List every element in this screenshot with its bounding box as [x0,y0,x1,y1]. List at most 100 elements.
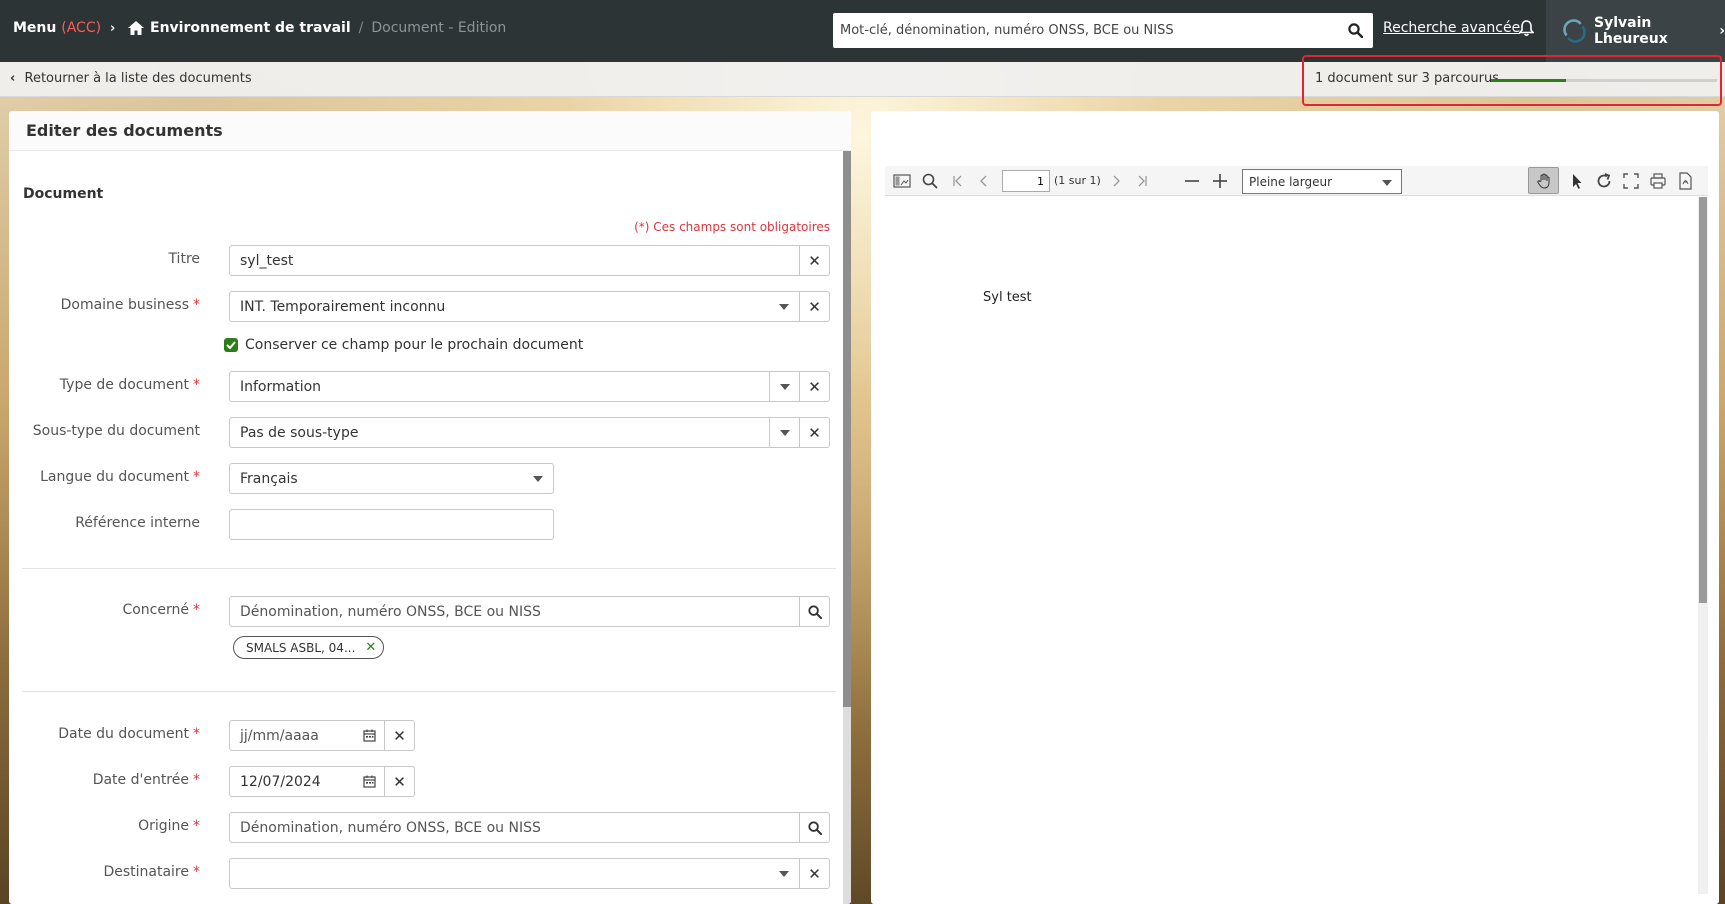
panel-title: Editer des documents [9,111,851,151]
type-clear-button[interactable]: ✕ [799,372,829,401]
date-document-field[interactable]: jj/mm/aaaa ✕ [229,720,415,751]
global-search [833,13,1373,48]
domaine-clear-button[interactable]: ✕ [799,292,829,321]
bell-icon[interactable] [1519,20,1534,37]
last-page-icon[interactable] [1133,172,1151,190]
progress-text: 1 document sur 3 parcourus [1315,71,1499,86]
search-icon[interactable] [921,172,939,190]
concerne-search-button[interactable] [799,597,829,626]
close-icon: ✕ [808,423,821,442]
previous-page-icon[interactable] [975,172,993,190]
domaine-dropdown-button[interactable] [769,292,799,321]
concerne-search-field[interactable]: Dénomination, numéro ONSS, BCE ou NISS [229,596,830,627]
pointer-icon[interactable] [1568,172,1586,190]
print-icon[interactable] [1649,172,1667,190]
origine-search-button[interactable] [799,813,829,842]
required-star: * [193,772,200,788]
first-page-icon[interactable] [949,172,967,190]
date-document-clear-button[interactable]: ✕ [384,721,414,750]
keep-field-checkbox[interactable] [224,338,238,352]
next-page-icon[interactable] [1107,172,1125,190]
type-value: Information [240,378,322,395]
required-star: * [193,864,200,880]
caret-down-icon [779,429,790,436]
origine-label-text: Origine [138,818,189,834]
user-menu[interactable]: Sylvain Lheureux › [1546,0,1725,62]
form-scrollbar[interactable] [843,151,851,904]
calendar-icon [362,775,376,788]
date-entree-clear-button[interactable]: ✕ [384,767,414,796]
menu-label: Menu [13,20,57,36]
check-icon [226,341,236,349]
pdf-page: Syl test [885,197,1708,894]
progress-track [1491,79,1717,82]
remove-tag-icon[interactable]: ✕ [365,640,376,655]
search-icon [807,820,822,835]
langue-select[interactable]: Français [229,463,554,494]
page-number-input[interactable] [1002,170,1050,192]
reference-input[interactable] [229,509,554,540]
breadcrumb-workspace[interactable]: Environnement de travail [150,20,351,36]
date-entree-field[interactable]: 12/07/2024 ✕ [229,766,415,797]
date-document-calendar-button[interactable] [354,721,384,750]
edit-documents-panel: Editer des documents Document (*) Ces ch… [9,111,851,904]
top-bar: Menu (ACC) › Environnement de travail / … [0,0,1725,62]
progress-indicator: 1 document sur 3 parcourus [1302,55,1722,106]
pdf-scrollbar-thumb[interactable] [1699,197,1707,603]
domaine-value: INT. Temporairement inconnu [240,298,446,315]
close-icon: ✕ [808,377,821,396]
back-to-list-link[interactable]: ‹ Retourner à la liste des documents [10,71,252,86]
type-select[interactable]: Information ✕ [229,371,830,402]
chevron-right-icon: › [109,21,116,36]
sous-type-clear-button[interactable]: ✕ [799,418,829,447]
origine-label: Origine * [9,818,200,834]
caret-down-icon [779,303,789,310]
zoom-level-value: Pleine largeur [1249,175,1333,189]
progress-fill [1491,79,1567,82]
divider [22,568,836,569]
required-star: * [193,469,200,485]
breadcrumb: Environnement de travail / Document - Ed… [128,20,506,36]
divider [22,691,836,692]
close-icon: ✕ [393,726,406,745]
date-entree-label: Date d'entrée * [9,772,200,788]
advanced-search-link[interactable]: Recherche avancée [1383,20,1520,36]
destinataire-select[interactable]: ✕ [229,858,830,889]
global-search-input[interactable] [833,13,1333,48]
home-icon [128,21,144,35]
page-count: (1 sur 1) [1054,174,1101,187]
zoom-in-icon[interactable] [1211,172,1229,190]
menu-button[interactable]: Menu (ACC) › [13,20,115,36]
breadcrumb-current: Document - Edition [371,20,507,36]
keep-field-checkbox-row[interactable]: Conserver ce champ pour le prochain docu… [224,337,583,353]
origine-search-field[interactable]: Dénomination, numéro ONSS, BCE ou NISS [229,812,830,843]
titre-field[interactable]: syl_test ✕ [229,245,830,276]
sous-type-dropdown-button[interactable] [769,418,799,447]
fullscreen-icon[interactable] [1622,172,1640,190]
pdf-scrollbar[interactable] [1698,197,1708,894]
required-star: * [193,377,200,393]
sous-type-select[interactable]: Pas de sous-type ✕ [229,417,830,448]
search-icon[interactable] [1348,23,1363,38]
download-pdf-icon[interactable] [1676,172,1694,190]
user-name: Sylvain Lheureux [1593,15,1668,47]
environment-tag: (ACC) [61,20,102,36]
form-scrollbar-thumb[interactable] [843,151,851,707]
destinataire-clear-button[interactable]: ✕ [799,859,829,888]
titre-clear-button[interactable]: ✕ [799,246,829,275]
hand-tool-button[interactable] [1528,167,1559,194]
sidebar-toggle-icon[interactable] [893,172,911,190]
domaine-select[interactable]: INT. Temporairement inconnu ✕ [229,291,830,322]
zoom-level-select[interactable]: Pleine largeur [1242,169,1402,194]
type-dropdown-button[interactable] [769,372,799,401]
rotate-icon[interactable] [1595,172,1613,190]
titre-value: syl_test [240,252,294,269]
destinataire-dropdown-button[interactable] [769,859,799,888]
user-logo-icon [1563,19,1586,43]
date-entree-calendar-button[interactable] [354,767,384,796]
zoom-out-icon[interactable] [1183,172,1201,190]
langue-dropdown-button[interactable] [523,464,553,493]
document-viewer-panel: (1 sur 1) Pleine largeur Syl test [871,111,1719,904]
concerne-label-text: Concerné [122,602,189,618]
caret-down-icon [779,870,789,877]
